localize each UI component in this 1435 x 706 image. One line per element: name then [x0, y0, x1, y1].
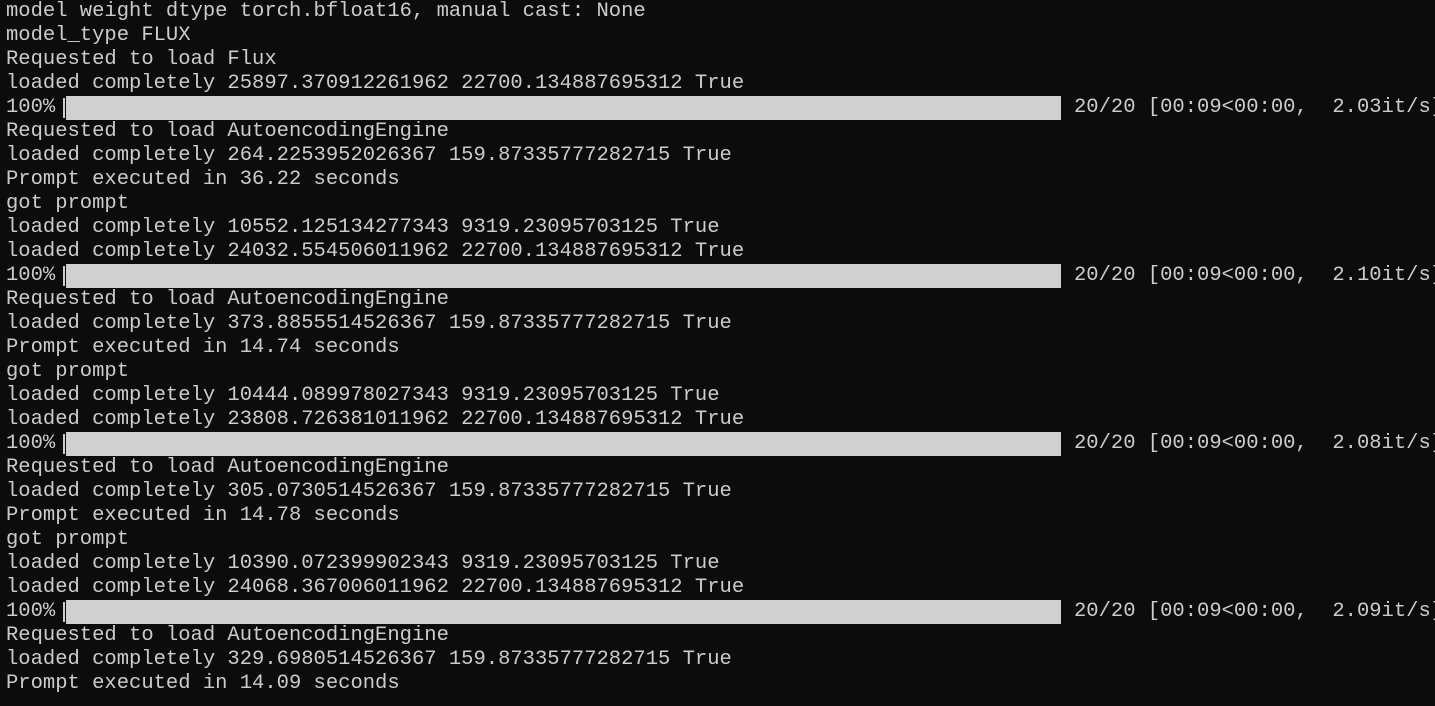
progress-line: 100% 20/20 [00:09<00:00, 2.09it/s] — [0, 600, 1435, 624]
progress-stats: 20/20 [00:09<00:00, 2.09it/s] — [1074, 600, 1435, 623]
progress-line: 100% 20/20 [00:09<00:00, 2.03it/s] — [0, 96, 1435, 120]
console-output[interactable]: model weight dtype torch.bfloat16, manua… — [0, 0, 1435, 706]
progress-bar-left-edge — [63, 602, 65, 622]
log-line: got prompt — [6, 192, 130, 215]
log-line: Prompt executed in 14.78 seconds — [6, 504, 400, 527]
progress-percent: 100% — [6, 96, 56, 119]
progress-bar-fill — [66, 432, 1061, 456]
log-line: model weight dtype torch.bfloat16, manua… — [6, 0, 646, 23]
log-line: loaded completely 264.2253952026367 159.… — [6, 144, 732, 167]
progress-bar-fill — [66, 600, 1061, 624]
log-line: loaded completely 329.6980514526367 159.… — [6, 648, 732, 671]
progress-stats: 20/20 [00:09<00:00, 2.08it/s] — [1074, 432, 1435, 455]
progress-stats: 20/20 [00:09<00:00, 2.03it/s] — [1074, 96, 1435, 119]
progress-percent: 100% — [6, 600, 56, 623]
log-line: loaded completely 10390.072399902343 931… — [6, 552, 720, 575]
log-line: loaded completely 373.8855514526367 159.… — [6, 312, 732, 335]
log-line: Requested to load AutoencodingEngine — [6, 288, 449, 311]
log-line: Prompt executed in 14.74 seconds — [6, 336, 400, 359]
log-line: Requested to load AutoencodingEngine — [6, 624, 449, 647]
log-line: got prompt — [6, 360, 130, 383]
progress-percent: 100% — [6, 264, 56, 287]
progress-bar — [66, 96, 1061, 120]
log-line: model_type FLUX — [6, 24, 191, 47]
log-line: loaded completely 23808.726381011962 227… — [6, 408, 745, 431]
log-line: Prompt executed in 14.09 seconds — [6, 672, 400, 695]
log-line: loaded completely 24068.367006011962 227… — [6, 576, 745, 599]
progress-bar-fill — [66, 96, 1061, 120]
progress-bar-left-edge — [63, 434, 65, 454]
progress-line: 100% 20/20 [00:09<00:00, 2.10it/s] — [0, 264, 1435, 288]
progress-bar-left-edge — [63, 98, 65, 118]
log-line: loaded completely 25897.370912261962 227… — [6, 72, 745, 95]
progress-bar-left-edge — [63, 266, 65, 286]
progress-bar — [66, 264, 1061, 288]
progress-stats: 20/20 [00:09<00:00, 2.10it/s] — [1074, 264, 1435, 287]
progress-line: 100% 20/20 [00:09<00:00, 2.08it/s] — [0, 432, 1435, 456]
log-line: Requested to load Flux — [6, 48, 277, 71]
progress-bar — [66, 600, 1061, 624]
log-line: Prompt executed in 36.22 seconds — [6, 168, 400, 191]
log-line: loaded completely 305.0730514526367 159.… — [6, 480, 732, 503]
log-line: loaded completely 10552.125134277343 931… — [6, 216, 720, 239]
log-line: loaded completely 10444.089978027343 931… — [6, 384, 720, 407]
progress-percent: 100% — [6, 432, 56, 455]
progress-bar-fill — [66, 264, 1061, 288]
progress-bar — [66, 432, 1061, 456]
log-line: loaded completely 24032.554506011962 227… — [6, 240, 745, 263]
log-line: got prompt — [6, 528, 130, 551]
log-line: Requested to load AutoencodingEngine — [6, 120, 449, 143]
log-line: Requested to load AutoencodingEngine — [6, 456, 449, 479]
